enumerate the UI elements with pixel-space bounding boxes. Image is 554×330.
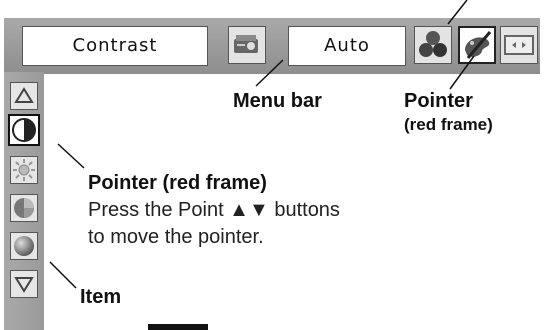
callout-line-menubar [255, 59, 284, 87]
callout-line-pointer-top [449, 55, 475, 90]
pointer-left-title: Pointer (red frame) [88, 172, 267, 194]
pointer-top-sublabel: (red frame) [404, 115, 493, 134]
callout-lines [49, 0, 475, 330]
callout-line-pointer-left [57, 143, 85, 169]
item-label: Item [80, 286, 122, 308]
bottom-black-bar [148, 324, 208, 330]
callout-line-item [49, 261, 77, 289]
pointer-top-label: Pointer [404, 90, 473, 112]
callout-line-top [447, 0, 468, 25]
menu-bar-label: Menu bar [233, 90, 322, 112]
pointer-left-line1: Press the Point ▲▼ buttons [88, 199, 340, 221]
pointer-left-line2: to move the pointer. [88, 226, 264, 248]
